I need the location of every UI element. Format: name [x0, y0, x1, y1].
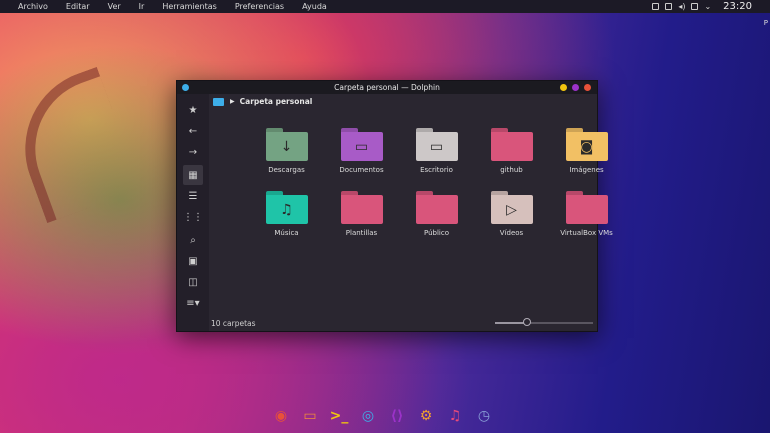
folder-label: Descargas: [268, 166, 305, 174]
folder-label: Documentos: [339, 166, 384, 174]
favorites-icon[interactable]: ★: [183, 100, 203, 120]
menu-editar[interactable]: Editar: [54, 2, 96, 11]
folder-label: Vídeos: [499, 229, 524, 237]
folder-item[interactable]: VirtualBox VMs: [549, 191, 624, 237]
battery-icon[interactable]: [665, 3, 673, 10]
folder-icon: ◙: [565, 128, 608, 161]
menu-herramientas[interactable]: Herramientas: [150, 2, 223, 11]
system-tray: ◂) ⌄ 23:20: [652, 1, 770, 12]
top-panel: Archivo Editar Ver Ir Herramientas Prefe…: [0, 0, 770, 13]
folder-item[interactable]: ◙ Imágenes: [549, 128, 624, 174]
folder-icon: [415, 191, 458, 224]
settings-icon[interactable]: ⚙: [415, 405, 437, 427]
menu-ir[interactable]: Ir: [127, 2, 151, 11]
icons-view-icon[interactable]: ▦: [183, 165, 203, 185]
volume-icon[interactable]: ◂): [678, 2, 685, 11]
content-area: ▶ Carpeta personal ↓ Descargas ▭ Documentos…: [209, 94, 613, 331]
edge-text: P: [763, 19, 768, 27]
folder-label: Escritorio: [420, 166, 453, 174]
back-icon[interactable]: ←: [183, 121, 203, 141]
sidebar: ★ ← → ▦ ☰ ⋮⋮ ⌕ ▣ ◫ ≡▾: [177, 94, 209, 331]
maximize-button[interactable]: [572, 84, 579, 91]
menu-archivo[interactable]: Archivo: [4, 2, 54, 11]
vscode-icon[interactable]: ⟨⟩: [386, 405, 408, 427]
zoom-slider[interactable]: [495, 318, 593, 326]
folder-icon: [340, 191, 383, 224]
chrome-icon[interactable]: ◎: [357, 405, 379, 427]
folder-label: Música: [274, 229, 299, 237]
menu-ver[interactable]: Ver: [96, 2, 127, 11]
folder-icon: ▷: [490, 191, 533, 224]
zoom-slider-handle[interactable]: [523, 318, 532, 326]
window-controls: [560, 84, 597, 91]
folder-label: Plantillas: [345, 229, 378, 237]
folder-item[interactable]: Público: [399, 191, 474, 237]
music-icon[interactable]: ♫: [444, 405, 466, 427]
clock[interactable]: 23:20: [723, 1, 752, 12]
dock: ◉ ▭ >_ ◎ ⟨⟩ ⚙ ♫ ◷: [270, 405, 495, 427]
minimize-button[interactable]: [560, 84, 567, 91]
chevron-right-icon[interactable]: ▶: [230, 98, 235, 105]
close-button[interactable]: [584, 84, 591, 91]
clock-icon[interactable]: ◷: [473, 405, 495, 427]
home-icon[interactable]: [213, 97, 224, 106]
firefox-icon[interactable]: ◉: [270, 405, 292, 427]
menu-icon[interactable]: ≡▾: [183, 293, 203, 313]
folder-item[interactable]: Plantillas: [324, 191, 399, 237]
folder-item[interactable]: ↓ Descargas: [249, 128, 324, 174]
window-title: Carpeta personal — Dolphin: [334, 83, 440, 92]
compact-view-icon[interactable]: ☰: [183, 186, 203, 206]
forward-icon[interactable]: →: [183, 142, 203, 162]
terminal-icon[interactable]: >_: [328, 405, 350, 427]
folder-icon: ▭: [415, 128, 458, 161]
folder-label: VirtualBox VMs: [560, 229, 613, 237]
folder-grid: ↓ Descargas ▭ Documentos ▭ Escritorio github ◙ I…: [249, 128, 624, 237]
folder-item[interactable]: ▭ Documentos: [324, 128, 399, 174]
folder-item[interactable]: ♫ Música: [249, 191, 324, 237]
folder-label: Público: [424, 229, 449, 237]
status-text: 10 carpetas: [211, 319, 256, 328]
folder-icon: [565, 191, 608, 224]
preview-icon[interactable]: ▣: [183, 251, 203, 271]
folder-label: github: [500, 166, 523, 174]
details-view-icon[interactable]: ⋮⋮: [183, 207, 203, 227]
folder-icon: ▭: [340, 128, 383, 161]
search-icon[interactable]: ⌕: [183, 230, 203, 250]
menubar: Archivo Editar Ver Ir Herramientas Prefe…: [0, 2, 333, 11]
menu-preferencias[interactable]: Preferencias: [223, 2, 290, 11]
folder-item[interactable]: ▭ Escritorio: [399, 128, 474, 174]
folder-icon: ↓: [265, 128, 308, 161]
folder-icon: [490, 128, 533, 161]
dragon-wallpaper: [2, 66, 142, 224]
clipboard-icon[interactable]: [652, 3, 660, 10]
folder-icon: ♫: [265, 191, 308, 224]
split-icon[interactable]: ◫: [183, 272, 203, 292]
breadcrumb-label[interactable]: Carpeta personal: [240, 97, 313, 106]
folder-label: Imágenes: [569, 166, 604, 174]
dolphin-window: Carpeta personal — Dolphin ★ ← → ▦ ☰ ⋮⋮ ⌕ ▣ ◫ ≡▾ …: [176, 80, 613, 332]
files-icon[interactable]: ▭: [299, 405, 321, 427]
breadcrumb[interactable]: ▶ Carpeta personal: [213, 97, 312, 106]
menu-ayuda[interactable]: Ayuda: [290, 2, 333, 11]
folder-item[interactable]: github: [474, 128, 549, 174]
titlebar[interactable]: Carpeta personal — Dolphin: [177, 81, 597, 94]
chevron-down-icon[interactable]: ⌄: [704, 2, 711, 11]
folder-item[interactable]: ▷ Vídeos: [474, 191, 549, 237]
network-icon[interactable]: [691, 3, 699, 10]
